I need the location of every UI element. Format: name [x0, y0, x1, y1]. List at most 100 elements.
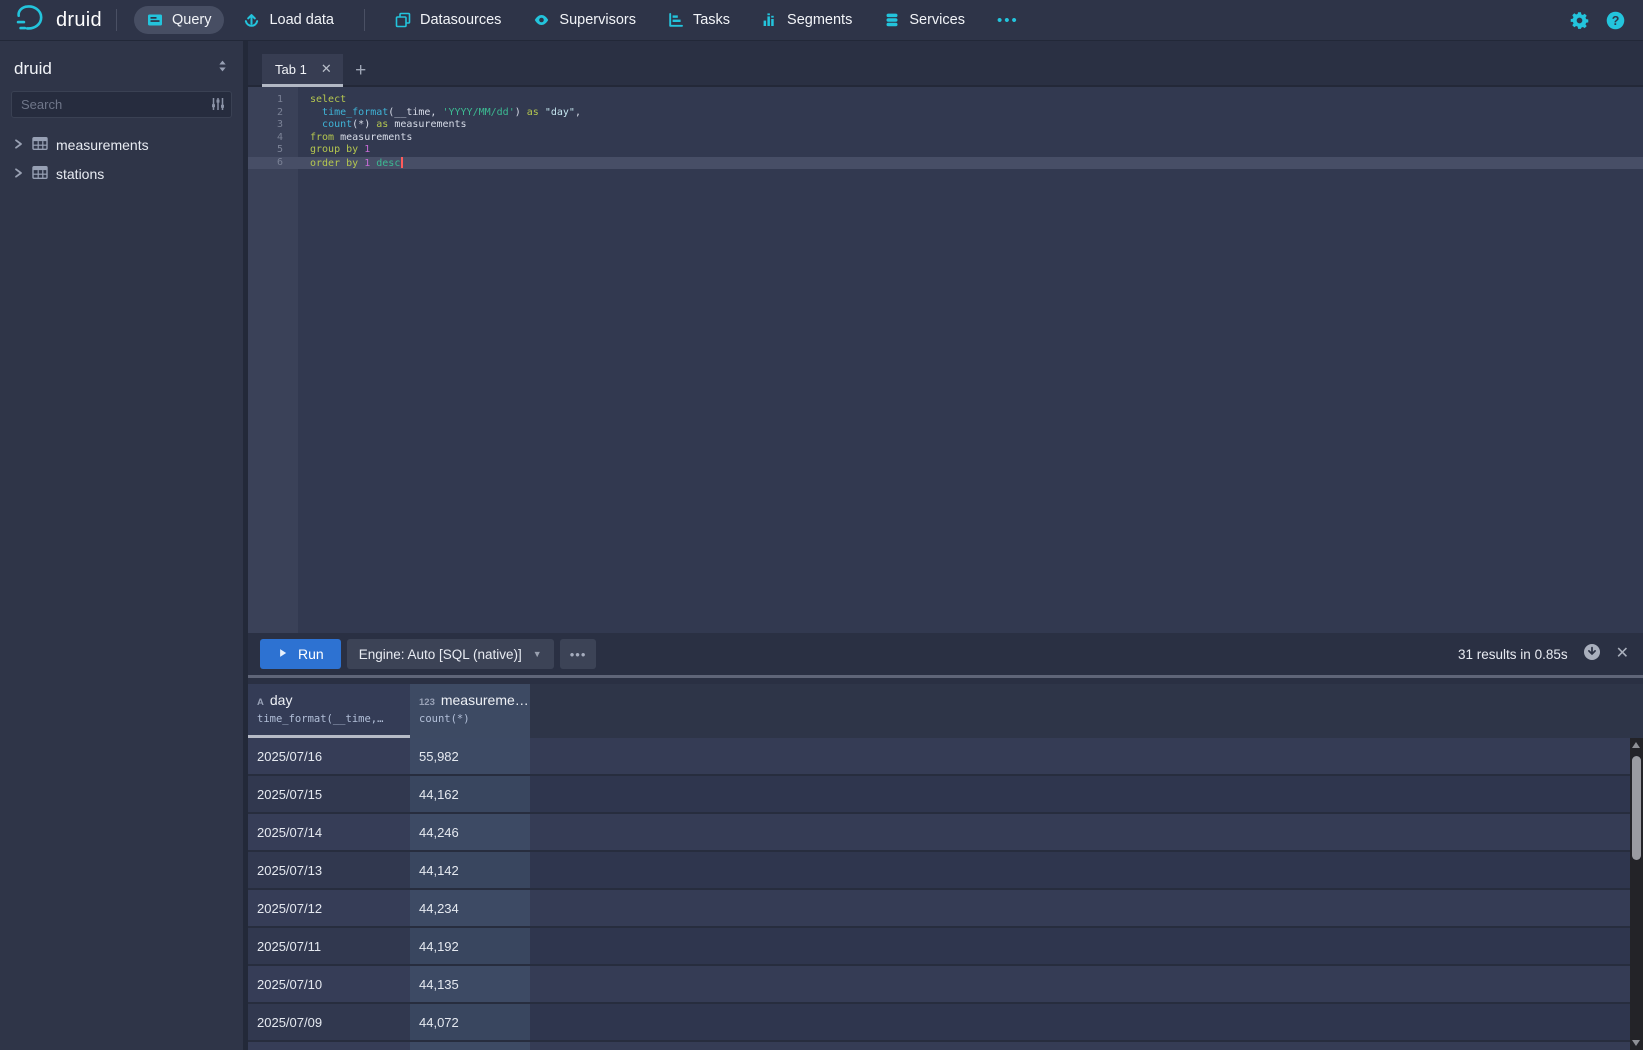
- table-row: 2025/07/1244,234: [248, 890, 1643, 928]
- table-row: 2025/07/0944,072: [248, 1004, 1643, 1042]
- query-editor[interactable]: 123456 select time_format(__time, 'YYYY/…: [248, 87, 1643, 633]
- sidebar-table-stations[interactable]: stations: [0, 159, 243, 188]
- nav-item-more[interactable]: •••: [984, 6, 1032, 35]
- sql-line-6: order by 1 desc: [298, 157, 1643, 170]
- cell-day[interactable]: 2025/07/10: [248, 966, 410, 1002]
- table-row: 2025/07/1044,135: [248, 966, 1643, 1004]
- sql-line-2: time_format(__time, 'YYYY/MM/dd') as "da…: [298, 107, 1643, 120]
- cell-measurements[interactable]: 55,982: [410, 738, 530, 774]
- schema-selector[interactable]: druid: [0, 41, 243, 88]
- row-filler: [530, 928, 1643, 964]
- nav-separator: [364, 9, 365, 31]
- filter-sliders-icon[interactable]: [210, 96, 226, 117]
- sql-line-1: select: [298, 94, 1643, 107]
- nav-item-label: Tasks: [693, 12, 730, 28]
- tab-close-icon[interactable]: ✕: [321, 61, 332, 77]
- chevron-down-icon: ▼: [533, 649, 542, 659]
- scroll-down-arrow-icon[interactable]: [1632, 1040, 1640, 1046]
- cell-day[interactable]: 2025/07/16: [248, 738, 410, 774]
- search-input[interactable]: [11, 91, 232, 118]
- row-filler: [530, 1042, 1643, 1050]
- help-icon[interactable]: ?: [1606, 11, 1625, 30]
- results-body: 2025/07/1655,9822025/07/1544,1622025/07/…: [248, 738, 1643, 1050]
- column-header-measurements[interactable]: 123 measureme… count(*): [410, 684, 530, 738]
- druid-logo[interactable]: druid: [14, 3, 102, 38]
- column-header-day[interactable]: A day time_format(__time,…: [248, 684, 410, 738]
- scrollbar-thumb[interactable]: [1632, 756, 1641, 860]
- header-filler: [530, 684, 1643, 738]
- cell-day[interactable]: 2025/07/11: [248, 928, 410, 964]
- cell-measurements[interactable]: 44,142: [410, 852, 530, 888]
- row-filler: [530, 852, 1643, 888]
- nav-item-label: Datasources: [420, 12, 501, 28]
- number-type-icon: 123: [419, 697, 435, 708]
- tasks-icon: [668, 12, 684, 28]
- row-filler: [530, 814, 1643, 850]
- nav-item-load-data[interactable]: Load data: [230, 6, 347, 35]
- nav-item-datasources[interactable]: Datasources: [382, 6, 514, 34]
- supervisors-icon: [533, 12, 550, 28]
- druid-logo-icon: [14, 3, 47, 38]
- line-number: 4: [248, 132, 298, 145]
- nav-item-services[interactable]: Services: [871, 6, 978, 34]
- cell-measurements[interactable]: 44,192: [410, 928, 530, 964]
- chevron-right-icon[interactable]: [12, 166, 24, 182]
- table-name: measurements: [56, 137, 149, 153]
- table-row: 2025/07/1344,142: [248, 852, 1643, 890]
- services-icon: [884, 12, 900, 28]
- nav-item-supervisors[interactable]: Supervisors: [520, 6, 649, 34]
- cell-measurements[interactable]: [410, 1042, 530, 1050]
- cell-day[interactable]: 2025/07/14: [248, 814, 410, 850]
- table-row: 2025/07/1544,162: [248, 776, 1643, 814]
- cell-day[interactable]: 2025/07/15: [248, 776, 410, 812]
- cell-measurements[interactable]: 44,135: [410, 966, 530, 1002]
- run-label: Run: [298, 646, 324, 662]
- download-icon[interactable]: [1583, 643, 1601, 666]
- schema-title: druid: [14, 59, 52, 79]
- row-filler: [530, 738, 1643, 774]
- load-data-icon: [243, 12, 260, 29]
- cell-measurements[interactable]: 44,246: [410, 814, 530, 850]
- row-filler: [530, 776, 1643, 812]
- datasources-icon: [395, 12, 411, 28]
- nav-item-segments[interactable]: Segments: [749, 6, 865, 34]
- cell-day[interactable]: [248, 1042, 410, 1050]
- results-scrollbar[interactable]: [1630, 738, 1643, 1050]
- nav-item-label: Load data: [269, 12, 334, 28]
- more-label: •••: [570, 647, 587, 662]
- close-results-icon[interactable]: ✕: [1616, 646, 1629, 662]
- sql-line-4: from measurements: [298, 132, 1643, 145]
- cell-day[interactable]: 2025/07/09: [248, 1004, 410, 1040]
- sql-line-5: group by 1: [298, 144, 1643, 157]
- row-filler: [530, 966, 1643, 1002]
- scroll-up-arrow-icon[interactable]: [1632, 742, 1640, 748]
- run-button[interactable]: Run: [260, 639, 341, 669]
- brand-name: druid: [56, 9, 102, 32]
- line-number-gutter: 123456: [248, 87, 298, 633]
- segments-icon: [762, 12, 778, 28]
- cell-day[interactable]: 2025/07/13: [248, 852, 410, 888]
- table-name: stations: [56, 166, 104, 182]
- engine-select-button[interactable]: Engine: Auto [SQL (native)] ▼: [347, 639, 554, 669]
- sort-double-caret-icon: [216, 58, 229, 79]
- sort-indicator: [248, 735, 410, 738]
- nav-item-label: Supervisors: [559, 12, 636, 28]
- more-icon: •••: [997, 12, 1019, 29]
- chevron-right-icon[interactable]: [12, 137, 24, 153]
- table-row: 2025/07/1444,246: [248, 814, 1643, 852]
- settings-gear-icon[interactable]: [1570, 11, 1589, 30]
- nav-item-query[interactable]: Query: [134, 6, 225, 34]
- column-expression: count(*): [419, 713, 530, 725]
- add-tab-button[interactable]: +: [343, 54, 379, 87]
- cell-measurements[interactable]: 44,162: [410, 776, 530, 812]
- cell-measurements[interactable]: 44,234: [410, 890, 530, 926]
- sidebar-table-measurements[interactable]: measurements: [0, 130, 243, 159]
- cell-measurements[interactable]: 44,072: [410, 1004, 530, 1040]
- query-icon: [147, 12, 163, 28]
- result-status-group: 31 results in 0.85s ✕: [1458, 643, 1629, 666]
- nav-item-tasks[interactable]: Tasks: [655, 6, 743, 34]
- query-tab[interactable]: Tab 1 ✕: [262, 54, 343, 87]
- cell-day[interactable]: 2025/07/12: [248, 890, 410, 926]
- text-cursor: [401, 157, 403, 168]
- query-more-button[interactable]: •••: [560, 639, 597, 669]
